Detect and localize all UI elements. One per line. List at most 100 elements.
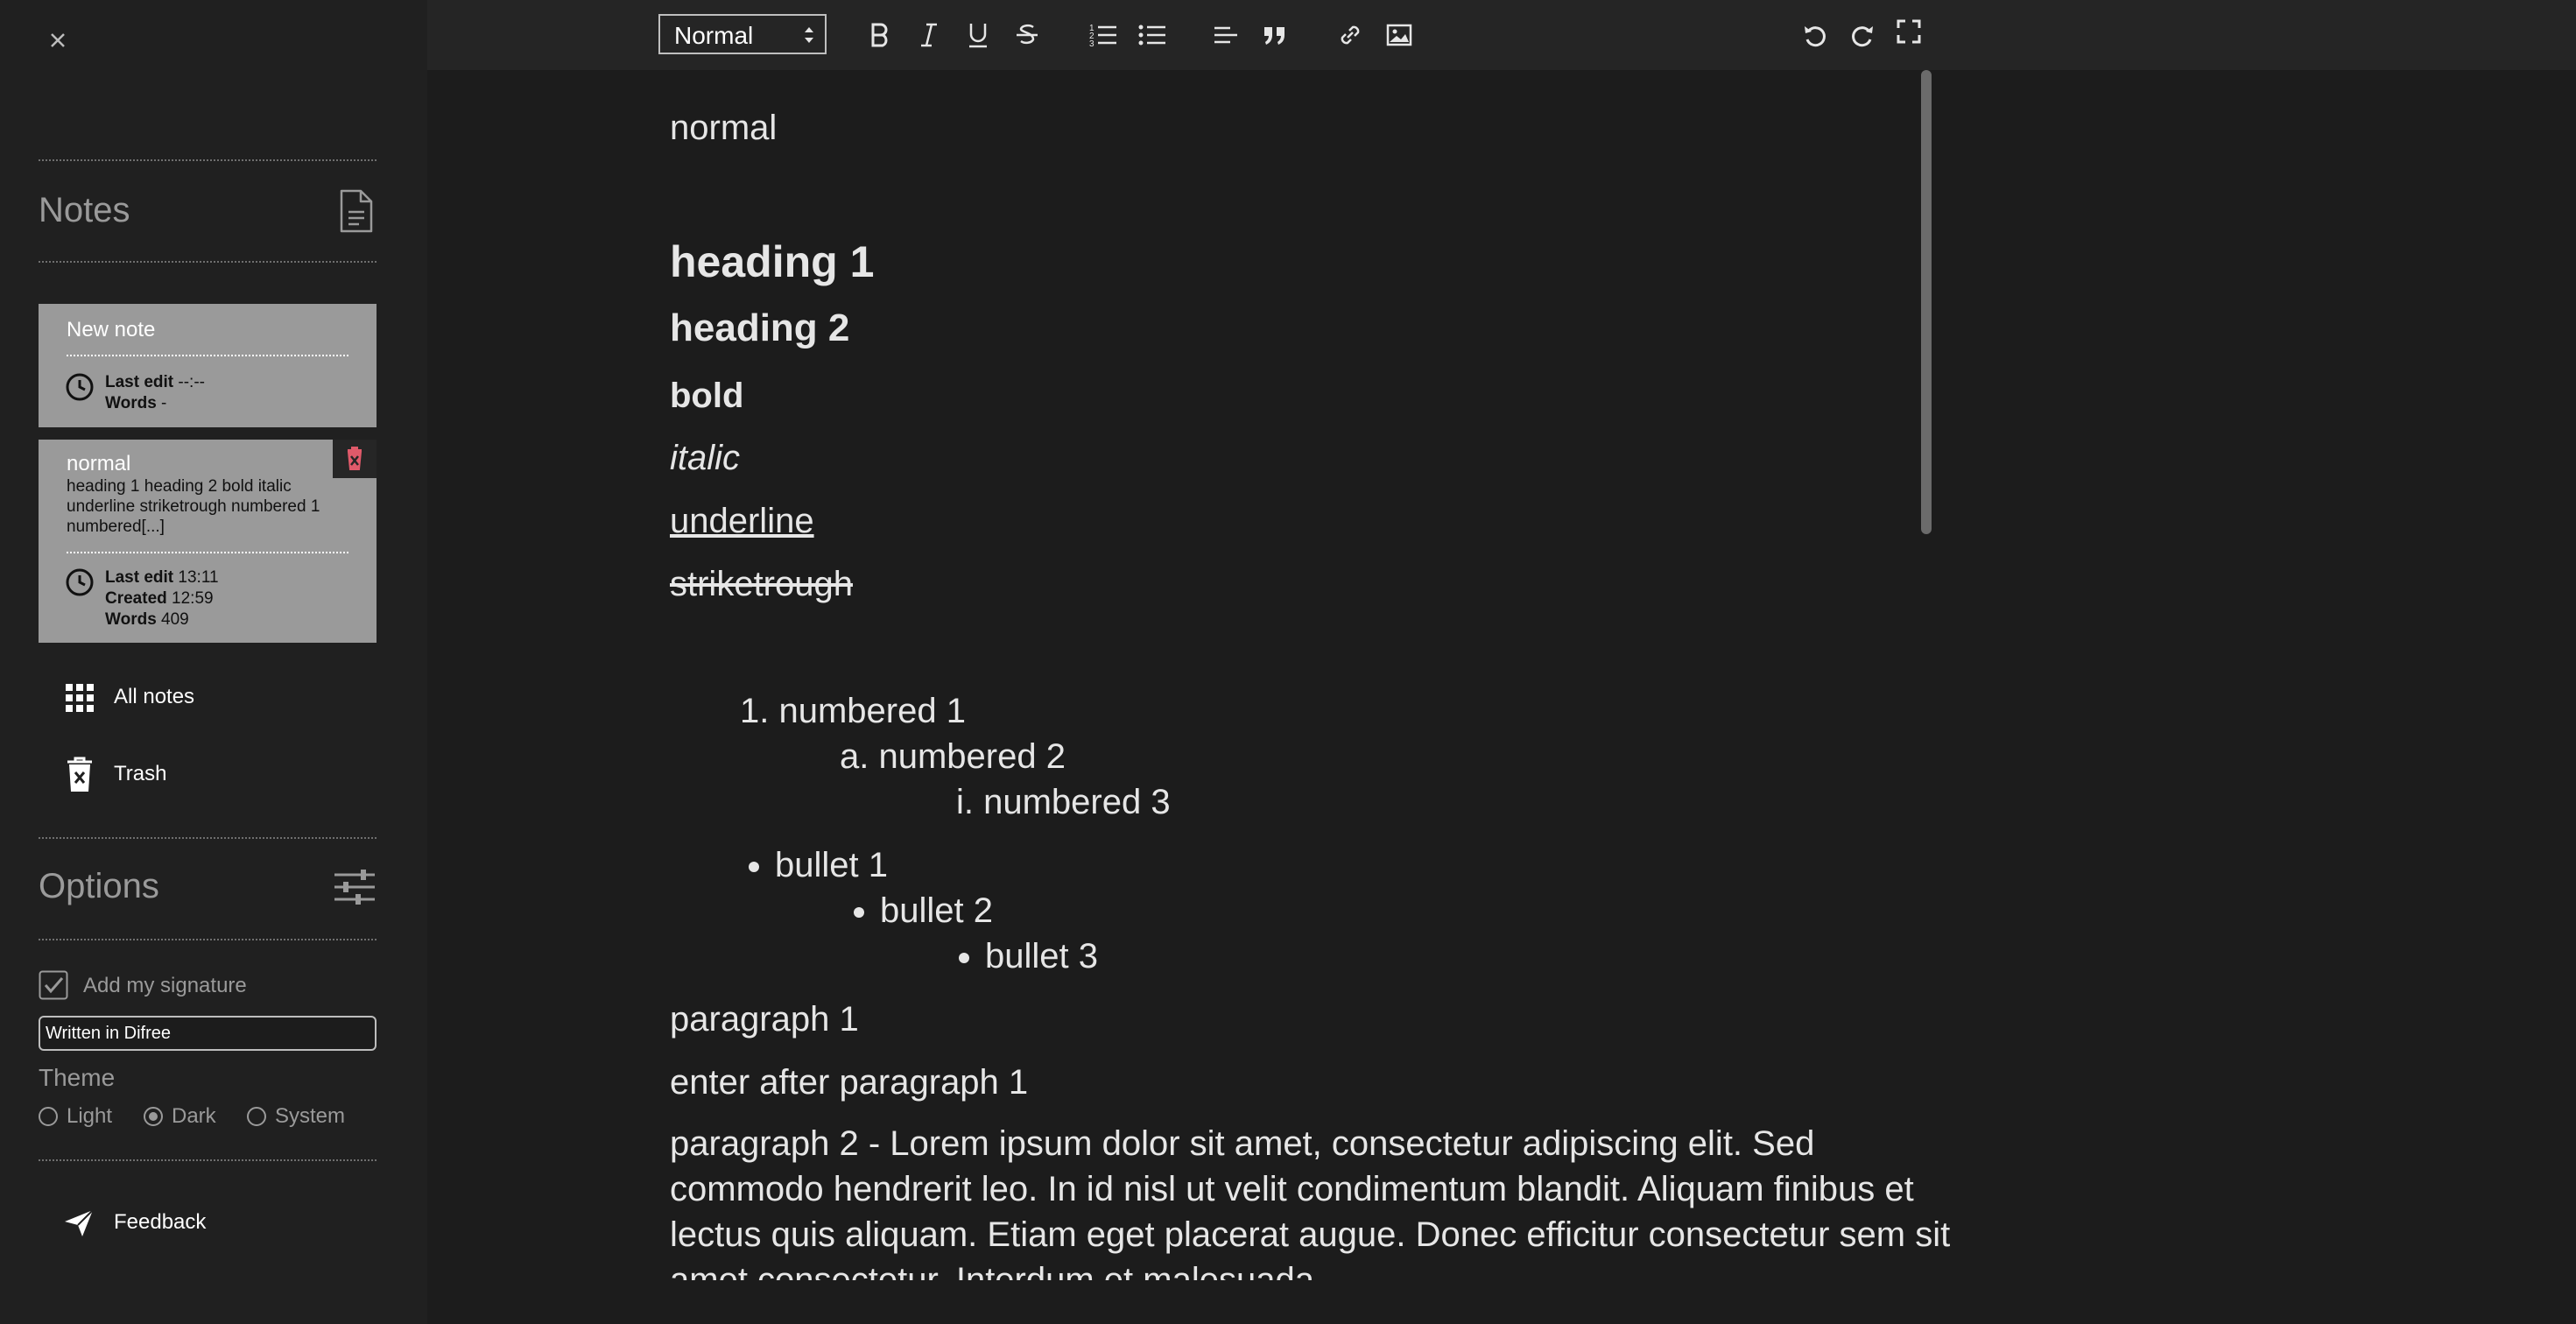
meta-label: Last edit	[105, 373, 174, 391]
meta-label: Words	[105, 394, 157, 412]
image-icon	[1386, 24, 1412, 46]
sidebar-item-label: All notes	[114, 685, 195, 708]
meta-label: Last edit	[105, 568, 174, 587]
divider	[39, 159, 377, 161]
feedback-button[interactable]: Feedback	[61, 1201, 359, 1245]
ordered-list-button[interactable]: 123	[1086, 18, 1121, 53]
notes-title: Notes	[39, 191, 130, 229]
underline-icon	[969, 24, 987, 48]
last-edit-value: --:--	[178, 373, 205, 391]
numbered-item-1: 1. numbered 1	[740, 692, 966, 730]
svg-text:3: 3	[1089, 39, 1094, 48]
paragraph-1: paragraph 1	[670, 1000, 859, 1039]
heading-1: heading 1	[670, 237, 875, 286]
ordered-list-icon: 123	[1089, 24, 1116, 48]
sidebar: Notes New note Last edit --:-- Words - n…	[0, 0, 427, 1324]
bullet-list-icon	[1138, 25, 1165, 46]
select-arrows-icon	[805, 27, 813, 43]
settings-sliders-icon[interactable]	[333, 863, 377, 911]
signature-input[interactable]	[39, 1016, 377, 1051]
numbered-item-3: i. numbered 3	[956, 783, 1171, 821]
strikethrough-button[interactable]	[1010, 18, 1045, 53]
redo-button[interactable]	[1845, 18, 1880, 53]
trash-icon	[67, 757, 92, 792]
words-value: 409	[161, 610, 189, 629]
bullet-dot	[959, 953, 969, 964]
paragraph-normal: normal	[670, 109, 778, 147]
signature-checkbox[interactable]	[39, 970, 68, 1000]
align-left-button[interactable]	[1208, 18, 1243, 53]
note-card-new[interactable]: New note Last edit --:-- Words -	[39, 304, 377, 427]
clock-icon	[65, 567, 95, 597]
grid-icon	[66, 684, 94, 712]
note-separator	[67, 355, 348, 356]
strikethrough-text: striketrough	[670, 565, 853, 603]
numbered-item-2: a. numbered 2	[840, 737, 1066, 776]
sidebar-item-label: Trash	[114, 762, 167, 785]
theme-option-label: Dark	[172, 1104, 216, 1128]
close-icon[interactable]	[44, 26, 72, 54]
undo-icon	[1805, 26, 1826, 47]
bullet-dot	[749, 862, 759, 873]
note-card-normal[interactable]: normal heading 1 heading 2 bold italic u…	[39, 440, 377, 643]
divider	[39, 939, 377, 940]
editor-toolbar: Normal 123	[427, 0, 2576, 70]
bold-icon	[871, 23, 888, 47]
signature-label: Add my signature	[83, 974, 247, 997]
bold-text: bold	[670, 377, 744, 415]
theme-light-radio[interactable]	[39, 1107, 58, 1126]
redo-icon	[1852, 26, 1873, 47]
created-value: 12:59	[172, 589, 214, 608]
editor-content[interactable]: normal heading 1 heading 2 bold italic u…	[670, 70, 2333, 1280]
delete-note-button[interactable]	[333, 440, 377, 478]
bullet-list-button[interactable]	[1135, 18, 1170, 53]
note-preview: heading 1 heading 2 bold italic underlin…	[67, 477, 320, 536]
italic-icon	[921, 23, 937, 47]
link-icon	[1341, 25, 1360, 45]
theme-system-radio[interactable]	[247, 1107, 266, 1126]
bullet-dot	[854, 907, 864, 919]
fullscreen-button[interactable]	[1891, 14, 1926, 49]
italic-button[interactable]	[911, 18, 947, 53]
divider	[39, 1159, 377, 1161]
feedback-label: Feedback	[114, 1210, 207, 1234]
heading-2: heading 2	[670, 306, 850, 349]
underline-button[interactable]	[961, 18, 996, 53]
bullet-text: bullet 1	[775, 846, 888, 884]
sidebar-item-trash[interactable]: Trash	[61, 753, 359, 797]
format-select[interactable]: Normal	[658, 14, 827, 54]
theme-option-label: Light	[67, 1104, 113, 1128]
link-button[interactable]	[1333, 18, 1368, 53]
note-separator	[67, 552, 348, 553]
image-button[interactable]	[1382, 18, 1417, 53]
bold-button[interactable]	[862, 18, 897, 53]
clock-icon	[65, 372, 95, 402]
words-value: -	[161, 394, 167, 412]
divider	[39, 837, 377, 839]
theme-dark-radio[interactable]	[144, 1107, 163, 1126]
quote-icon	[1264, 27, 1284, 45]
theme-option-label: System	[275, 1104, 346, 1128]
last-edit-value: 13:11	[178, 568, 219, 587]
note-title: normal	[67, 452, 131, 475]
paragraph-enter-after: enter after paragraph 1	[670, 1063, 1029, 1102]
italic-text: italic	[670, 439, 741, 477]
align-left-icon	[1214, 26, 1237, 44]
divider	[39, 261, 377, 263]
blockquote-button[interactable]	[1257, 18, 1292, 53]
editor-area[interactable]: normal heading 1 heading 2 bold italic u…	[427, 70, 2576, 1324]
options-title: Options	[39, 867, 159, 905]
sidebar-item-all-notes[interactable]: All notes	[61, 676, 359, 720]
fullscreen-icon	[1897, 19, 1921, 44]
bullet-item-3: bullet 3	[959, 937, 1098, 976]
theme-label: Theme	[39, 1064, 116, 1091]
format-select-value: Normal	[674, 22, 754, 49]
bullet-item-2: bullet 2	[854, 891, 993, 931]
meta-label: Words	[105, 610, 157, 629]
note-meta: Last edit --:-- Words -	[105, 372, 205, 414]
editor-scrollbar[interactable]	[1921, 70, 1932, 534]
undo-button[interactable]	[1798, 18, 1833, 53]
paragraph-2: paragraph 2 - Lorem ipsum dolor sit amet…	[670, 1124, 1951, 1280]
new-note-icon[interactable]	[333, 187, 377, 235]
note-meta: Last edit 13:11 Created 12:59 Words 409	[105, 567, 219, 630]
